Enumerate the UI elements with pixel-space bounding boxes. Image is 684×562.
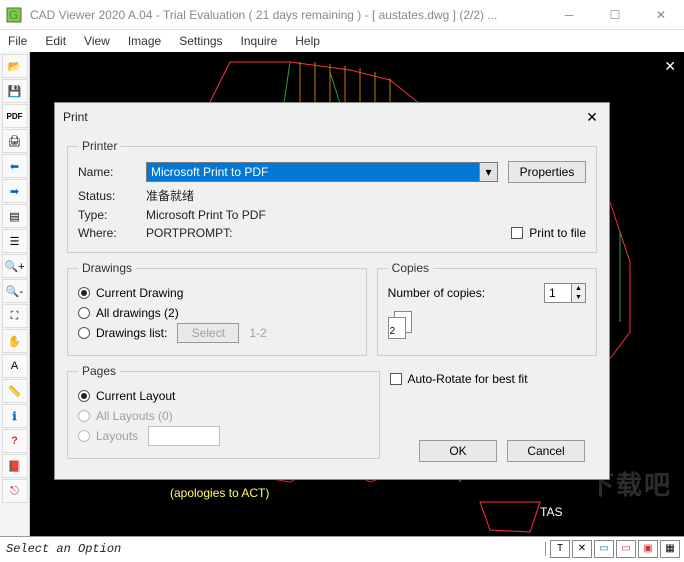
open-icon[interactable]: 📂 xyxy=(2,54,28,78)
status-r4-icon[interactable]: ▦ xyxy=(660,540,680,558)
menu-file[interactable]: File xyxy=(8,34,27,48)
drawings-group: Drawings Current Drawing All drawings (2… xyxy=(67,261,367,356)
layouts-radio: Layouts xyxy=(78,429,138,443)
status-text-icon[interactable]: T xyxy=(550,540,570,558)
current-layout-radio[interactable]: Current Layout xyxy=(78,389,175,403)
menu-bar: File Edit View Image Settings Inquire He… xyxy=(0,30,684,52)
grid-icon[interactable]: ▤ xyxy=(2,204,28,228)
apology-text: (apologies to ACT) xyxy=(170,486,269,500)
help-icon[interactable]: ? xyxy=(2,429,28,453)
next-icon[interactable]: ➡ xyxy=(2,179,28,203)
menu-inquire[interactable]: Inquire xyxy=(241,34,278,48)
measure-icon[interactable]: 📏 xyxy=(2,379,28,403)
print-icon[interactable]: 🖨 xyxy=(2,129,28,153)
layers-icon[interactable]: ☰ xyxy=(2,229,28,253)
menu-edit[interactable]: Edit xyxy=(45,34,66,48)
minimize-button[interactable]: ─ xyxy=(546,0,592,30)
layouts-input xyxy=(148,426,220,446)
copies-group: Copies Number of copies: 1 ▲▼ 2 2 xyxy=(377,261,597,356)
status-value: 准备就绪 xyxy=(146,187,194,204)
where-value: PORTPROMPT: xyxy=(146,226,232,240)
window-title: CAD Viewer 2020 A.04 - Trial Evaluation … xyxy=(28,8,546,22)
dialog-close-icon[interactable]: ✕ xyxy=(583,108,601,126)
type-label: Type: xyxy=(78,208,136,222)
current-drawing-radio[interactable]: Current Drawing xyxy=(78,286,183,300)
menu-settings[interactable]: Settings xyxy=(179,34,222,48)
canvas-close-icon[interactable]: ✕ xyxy=(664,58,676,75)
drawings-legend: Drawings xyxy=(78,261,136,275)
copies-legend: Copies xyxy=(388,261,433,275)
dialog-title: Print xyxy=(63,110,583,124)
pdf-icon[interactable]: PDF xyxy=(2,104,28,128)
close-button[interactable]: ✕ xyxy=(638,0,684,30)
prev-icon[interactable]: ⬅ xyxy=(2,154,28,178)
all-layouts-radio: All Layouts (0) xyxy=(78,409,173,423)
chevron-down-icon[interactable]: ▾ xyxy=(479,163,497,181)
select-button[interactable]: Select xyxy=(177,323,239,343)
menu-help[interactable]: Help xyxy=(295,34,320,48)
status-x-icon[interactable]: ✕ xyxy=(572,540,592,558)
exit-icon[interactable]: ⎋ xyxy=(2,479,28,503)
range-text: 1-2 xyxy=(249,326,266,340)
printer-group: Printer Name: Microsoft Print to PDF ▾ P… xyxy=(67,139,597,253)
menu-image[interactable]: Image xyxy=(128,34,161,48)
cancel-button[interactable]: Cancel xyxy=(507,440,585,462)
spin-down-icon[interactable]: ▼ xyxy=(571,293,585,302)
app-icon: G xyxy=(4,5,24,25)
book-icon[interactable]: 📕 xyxy=(2,454,28,478)
zoom-in-icon[interactable]: 🔍+ xyxy=(2,254,28,278)
status-text: Select an Option xyxy=(0,542,546,556)
print-to-file-checkbox[interactable]: Print to file xyxy=(511,226,586,240)
printer-legend: Printer xyxy=(78,139,121,153)
drawings-list-radio[interactable]: Drawings list: xyxy=(78,326,167,340)
maximize-button[interactable]: ☐ xyxy=(592,0,638,30)
tas-label: TAS xyxy=(540,505,562,519)
printer-name-value: Microsoft Print to PDF xyxy=(151,165,268,179)
pages-legend: Pages xyxy=(78,364,120,378)
name-label: Name: xyxy=(78,165,136,179)
status-r2-icon[interactable]: ▭ xyxy=(616,540,636,558)
num-copies-label: Number of copies: xyxy=(388,286,485,300)
collate-icon: 2 2 xyxy=(388,311,416,339)
where-label: Where: xyxy=(78,226,136,240)
text-icon[interactable]: A xyxy=(2,354,28,378)
status-r1-icon[interactable]: ▭ xyxy=(594,540,614,558)
fit-icon[interactable]: ⛶ xyxy=(2,304,28,328)
properties-button[interactable]: Properties xyxy=(508,161,586,183)
type-value: Microsoft Print To PDF xyxy=(146,208,266,222)
zoom-out-icon[interactable]: 🔍- xyxy=(2,279,28,303)
pan-icon[interactable]: ✋ xyxy=(2,329,28,353)
menu-view[interactable]: View xyxy=(84,34,110,48)
pages-group: Pages Current Layout All Layouts (0) Lay… xyxy=(67,364,380,459)
print-dialog: Print ✕ Printer Name: Microsoft Print to… xyxy=(54,102,610,480)
ok-button[interactable]: OK xyxy=(419,440,497,462)
all-drawings-radio[interactable]: All drawings (2) xyxy=(78,306,179,320)
printer-name-combo[interactable]: Microsoft Print to PDF ▾ xyxy=(146,162,498,182)
left-toolbar: 📂 💾 PDF 🖨 ⬅ ➡ ▤ ☰ 🔍+ 🔍- ⛶ ✋ A 📏 ℹ ? 📕 ⎋ xyxy=(0,52,30,536)
num-copies-input[interactable]: 1 ▲▼ xyxy=(544,283,586,303)
status-r3-icon[interactable]: ▣ xyxy=(638,540,658,558)
save-icon[interactable]: 💾 xyxy=(2,79,28,103)
info-icon[interactable]: ℹ xyxy=(2,404,28,428)
status-label: Status: xyxy=(78,189,136,203)
spin-up-icon[interactable]: ▲ xyxy=(571,284,585,293)
svg-text:G: G xyxy=(9,8,18,22)
autorotate-checkbox[interactable]: Auto-Rotate for best fit xyxy=(390,372,528,386)
